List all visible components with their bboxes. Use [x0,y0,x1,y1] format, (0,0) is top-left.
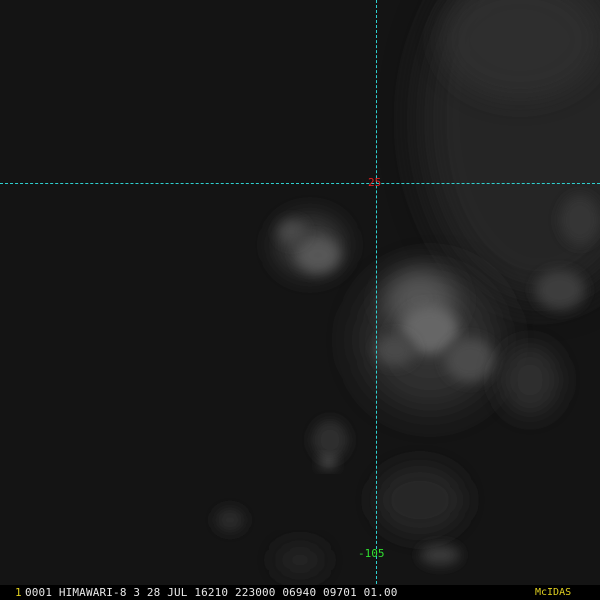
caption-text: 0001 HIMAWARI-8 3 28 JUL 16210 223000 06… [25,586,398,599]
cloud-cluster-east [360,270,500,410]
latitude-grid-line [0,183,600,184]
cloud-cluster-west [275,215,345,275]
frame-number: 1 [15,586,22,599]
latitude-label: 25 [368,176,382,189]
satellite-image-viewport: 25 -105 [0,0,600,600]
mcidas-brand: McIDAS [535,587,572,598]
longitude-label: -105 [358,547,385,560]
image-caption-bar: 1 0001 HIMAWARI-8 3 28 JUL 16210 223000 … [0,585,600,600]
longitude-grid-line [376,0,377,584]
cloud-imagery [0,0,600,600]
